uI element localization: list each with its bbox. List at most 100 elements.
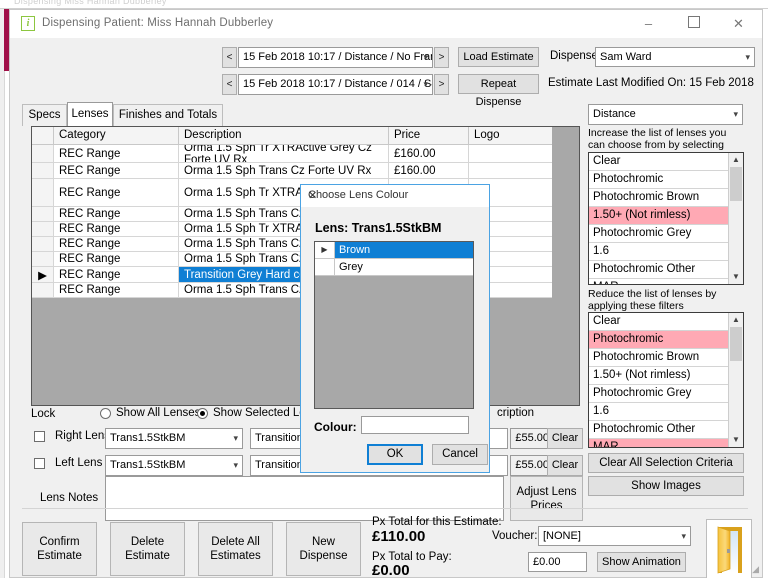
estimate-selector-1[interactable]: 15 Feb 2018 10:17 / Distance / No Frame … <box>238 47 433 68</box>
scroll-down-icon[interactable]: ▼ <box>729 433 743 447</box>
dialog-list-item[interactable]: Grey <box>315 259 473 276</box>
row-logo <box>469 163 552 178</box>
confirm-estimate-button[interactable]: Confirm Estimate <box>22 522 97 576</box>
row-value: Grey <box>335 259 473 275</box>
filters-listbox[interactable]: Clear Photochromic Photochromic Brown 1.… <box>588 312 744 448</box>
tab-lenses[interactable]: Lenses <box>67 102 113 126</box>
grid-header-logo: Logo <box>469 127 552 144</box>
left-lens-label: Left Lens <box>55 457 103 469</box>
row-marker <box>32 283 54 297</box>
minimize-icon[interactable]: – <box>626 10 671 38</box>
background-window-ghost-text: Dispensing Miss Hannah Dubberley <box>14 0 167 6</box>
grid-header-marker <box>32 127 54 144</box>
table-row[interactable]: REC Range Orma 1.5 Sph Trans Cz Forte UV… <box>32 163 552 179</box>
lens-notes-input[interactable] <box>105 476 504 521</box>
right-lens-select[interactable]: Trans1.5StkBM ▾ <box>105 428 243 449</box>
list-item[interactable]: 1.6 <box>589 403 743 421</box>
list-item[interactable]: Photochromic Grey <box>589 385 743 403</box>
clear-all-selection-criteria-button[interactable]: Clear All Selection Criteria <box>588 453 744 473</box>
checkbox-lock-right-lens[interactable] <box>34 431 45 442</box>
dispensing-window: i Dispensing Patient: Miss Hannah Dubber… <box>9 9 763 578</box>
filters-scrollbar[interactable]: ▲ ▼ <box>728 313 743 447</box>
dialog-colour-input[interactable] <box>361 416 469 434</box>
list-item[interactable]: 1.50+ (Not rimless) <box>589 367 743 385</box>
right-lens-clear-button[interactable]: Clear <box>547 428 583 449</box>
list-item[interactable]: Photochromic <box>589 171 743 189</box>
voucher-amount-input[interactable]: £0.00 <box>528 552 587 572</box>
px-total-estimate-label: Px Total for this Estimate: <box>372 516 502 528</box>
estimate-selector-1-value: 15 Feb 2018 10:17 / Distance / No Frame <box>243 51 433 63</box>
row-category: REC Range <box>54 145 179 162</box>
radio-show-all-lenses[interactable] <box>100 408 111 419</box>
list-item[interactable]: Photochromic Grey <box>589 225 743 243</box>
chevron-down-icon: ▾ <box>745 52 750 62</box>
dialog-list-item-selected[interactable]: ▶ Brown <box>315 242 473 259</box>
materials-scrollbar[interactable]: ▲ ▼ <box>728 153 743 284</box>
adjust-lens-prices-button[interactable]: Adjust Lens Prices <box>510 476 583 521</box>
px-total-pay-value: £0.00 <box>372 562 410 578</box>
show-images-button[interactable]: Show Images <box>588 476 744 496</box>
last-modified-label: Estimate Last Modified On: 15 Feb 2018 <box>548 77 754 89</box>
close-icon[interactable]: ✕ <box>716 10 761 38</box>
resize-grip-icon[interactable]: ◢ <box>752 564 759 575</box>
distance-select[interactable]: Distance ▾ <box>588 104 743 125</box>
new-dispense-button[interactable]: New Dispense <box>286 522 361 576</box>
list-item[interactable]: Photochromic Other <box>589 421 743 439</box>
maximize-icon[interactable] <box>671 10 716 38</box>
table-row[interactable]: REC Range Orma 1.5 Sph Tr XTRActive Grey… <box>32 145 552 163</box>
estimate-next-button[interactable]: > <box>434 47 449 68</box>
lock-label: Lock <box>31 408 56 420</box>
scroll-down-icon[interactable]: ▼ <box>729 270 743 284</box>
dialog-colour-list[interactable]: ▶ Brown Grey <box>314 241 474 409</box>
tab-finishes-and-totals[interactable]: Finishes and Totals <box>113 104 223 126</box>
chevron-down-icon: ▾ <box>233 433 238 443</box>
dialog-ok-button[interactable]: OK <box>367 444 423 465</box>
voucher-select[interactable]: [NONE] ▾ <box>538 526 691 546</box>
delete-all-estimates-button[interactable]: Delete All Estimates <box>198 522 273 576</box>
estimate-selector-2[interactable]: 15 Feb 2018 10:17 / Distance / 014 / S49… <box>238 74 433 95</box>
window-titlebar: i Dispensing Patient: Miss Hannah Dubber… <box>10 10 762 38</box>
estimate-selector-2-value: 15 Feb 2018 10:17 / Distance / 014 / S49… <box>243 78 432 90</box>
scrollbar-thumb[interactable] <box>730 327 742 361</box>
list-item[interactable]: Photochromic Brown <box>589 349 743 367</box>
dialog-cancel-button[interactable]: Cancel <box>432 444 488 465</box>
dispense-next-button[interactable]: > <box>434 74 449 95</box>
row-marker <box>32 222 54 236</box>
right-lens-value: Trans1.5StkBM <box>110 432 186 444</box>
estimate-prev-button[interactable]: < <box>222 47 237 68</box>
scrollbar-thumb[interactable] <box>730 167 742 201</box>
dialog-colour-label: Colour: <box>314 420 357 434</box>
left-lens-select[interactable]: Trans1.5StkBM ▾ <box>105 455 243 476</box>
dispense-prev-button[interactable]: < <box>222 74 237 95</box>
list-item[interactable]: Photochromic Brown <box>589 189 743 207</box>
grid-header-price: Price <box>389 127 469 144</box>
list-item[interactable]: Clear <box>589 153 743 171</box>
scroll-up-icon[interactable]: ▲ <box>729 313 743 327</box>
list-item-highlighted[interactable]: MAR <box>589 439 743 447</box>
scroll-up-icon[interactable]: ▲ <box>729 153 743 167</box>
radio-show-selected-lenses[interactable] <box>197 408 208 419</box>
checkbox-lock-left-lens[interactable] <box>34 458 45 469</box>
load-estimate-button[interactable]: Load Estimate <box>458 47 539 67</box>
list-item[interactable]: Clear <box>589 313 743 331</box>
tab-specs[interactable]: Specs <box>22 104 67 126</box>
row-marker: ▶ <box>32 267 54 282</box>
chevron-down-icon: ▾ <box>423 52 428 62</box>
materials-listbox[interactable]: Clear Photochromic Photochromic Brown 1.… <box>588 152 744 285</box>
exit-door-button[interactable] <box>706 519 752 578</box>
list-item[interactable]: 1.6 <box>589 243 743 261</box>
dispenser-select[interactable]: Sam Ward ▾ <box>595 47 755 67</box>
lens-notes-label: Lens Notes <box>40 492 99 504</box>
row-marker <box>32 252 54 266</box>
list-item[interactable]: MAR <box>589 279 743 284</box>
list-item-highlighted[interactable]: 1.50+ (Not rimless) <box>589 207 743 225</box>
radio-show-selected-lenses-label: Show Selected Le <box>213 407 306 419</box>
repeat-dispense-button[interactable]: Repeat Dispense <box>458 74 539 108</box>
delete-estimate-button[interactable]: Delete Estimate <box>110 522 185 576</box>
list-item-highlighted[interactable]: Photochromic <box>589 331 743 349</box>
list-item[interactable]: Photochromic Other <box>589 261 743 279</box>
dialog-close-icon[interactable]: ✕ <box>308 189 483 202</box>
row-value: Brown <box>335 242 473 258</box>
left-lens-clear-button[interactable]: Clear <box>547 455 583 476</box>
show-animation-button[interactable]: Show Animation <box>597 552 686 572</box>
